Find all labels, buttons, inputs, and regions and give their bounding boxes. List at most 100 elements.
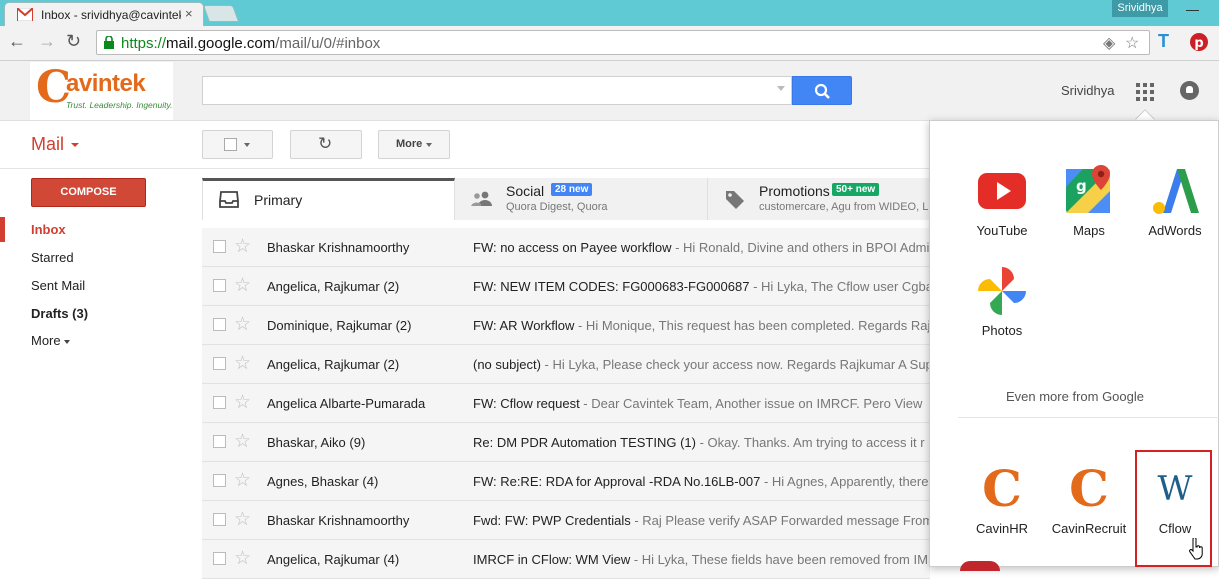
back-icon[interactable]: ← (8, 31, 26, 52)
app-cavinrecruit-label: CavinRecruit (1051, 521, 1127, 536)
email-row[interactable]: ☆ Angelica, Rajkumar (2) (no subject) - … (202, 345, 930, 384)
minimize-icon[interactable]: — (1186, 2, 1199, 17)
row-checkbox[interactable] (213, 513, 226, 526)
nav-item-more[interactable]: More (31, 333, 70, 348)
nav-item-drafts[interactable]: Drafts (3) (31, 306, 88, 321)
email-row[interactable]: ☆ Agnes, Bhaskar (4) FW: Re:RE: RDA for … (202, 462, 930, 501)
pinterest-icon[interactable]: p (1189, 32, 1209, 52)
nav-item-sent-mail[interactable]: Sent Mail (31, 278, 85, 293)
checkbox-icon (224, 138, 237, 151)
row-checkbox[interactable] (213, 240, 226, 253)
subject-text: FW: AR Workflow (473, 318, 575, 333)
cavinrecruit-icon: C (1069, 459, 1109, 518)
email-subject: FW: no access on Payee workflow - Hi Ron… (473, 240, 930, 255)
url-text: https://mail.google.com/mail/u/0/#inbox (121, 35, 380, 52)
more-label: More (396, 138, 423, 150)
app-photos[interactable]: Photos (962, 265, 1042, 338)
tab-promotions-sub: customercare, Agu from WIDEO, L (759, 201, 929, 213)
nav-item-inbox[interactable]: Inbox (31, 222, 66, 237)
email-row[interactable]: ☆ Angelica, Rajkumar (2) FW: NEW ITEM CO… (202, 267, 930, 306)
row-checkbox[interactable] (213, 279, 226, 292)
row-checkbox[interactable] (213, 435, 226, 448)
preview-text: - Hi Lyka, These fields have been remove… (630, 552, 928, 567)
even-more-from-google[interactable]: Even more from Google (930, 389, 1219, 404)
chevron-down-icon (244, 143, 250, 147)
tab-close-icon[interactable]: × (185, 6, 193, 21)
tab-social[interactable]: Social 28 new Quora Digest, Quora (455, 178, 708, 220)
url-path: /mail/u/0/#inbox (275, 35, 381, 52)
forward-icon[interactable]: → (38, 31, 56, 52)
email-subject: FW: Cflow request - Dear Cavintek Team, … (473, 396, 930, 411)
star-icon[interactable]: ☆ (234, 235, 251, 258)
row-checkbox[interactable] (213, 318, 226, 331)
translate-icon[interactable]: ◈ (1103, 33, 1115, 53)
app-cavinrecruit[interactable]: C CavinRecruit (1049, 459, 1129, 537)
row-checkbox[interactable] (213, 396, 226, 409)
email-row[interactable]: ☆ Angelica, Rajkumar (4) IMRCF in CFlow:… (202, 540, 930, 579)
mail-switcher[interactable]: Mail (31, 134, 64, 155)
select-all-checkbox[interactable] (202, 130, 273, 159)
address-bar[interactable]: https://mail.google.com/mail/u/0/#inbox … (96, 30, 1150, 55)
email-sender: Dominique, Rajkumar (2) (267, 318, 412, 333)
app-adwords-label: AdWords (1148, 223, 1202, 238)
tab-promotions-label: Promotions (759, 183, 830, 199)
search-input[interactable] (202, 76, 792, 105)
app-youtube[interactable]: YouTube (962, 165, 1042, 238)
url-host: mail.google.com (166, 35, 276, 52)
star-icon[interactable]: ☆ (234, 508, 251, 531)
star-icon[interactable]: ☆ (234, 430, 251, 453)
account-name[interactable]: Srividhya (1061, 83, 1114, 98)
email-row[interactable]: ☆ Angelica Albarte-Pumarada FW: Cflow re… (202, 384, 930, 423)
nav-item-starred[interactable]: Starred (31, 250, 74, 265)
app-maps[interactable]: g Maps (1049, 165, 1129, 238)
app-adwords[interactable]: AdWords (1135, 165, 1215, 238)
compose-button[interactable]: COMPOSE (31, 178, 146, 207)
browser-tab[interactable]: Inbox - srividhya@cavintek × (4, 2, 204, 26)
more-button[interactable]: More (378, 130, 450, 159)
refresh-button[interactable]: ↻ (290, 130, 362, 159)
tab-social-label: Social (506, 183, 545, 199)
star-icon[interactable]: ☆ (234, 313, 251, 336)
subject-text: IMRCF in CFlow: WM View (473, 552, 631, 567)
email-row[interactable]: ☆ Bhaskar Krishnamoorthy Fwd: FW: PWP Cr… (202, 501, 930, 540)
email-sender: Agnes, Bhaskar (4) (267, 474, 379, 489)
row-checkbox[interactable] (213, 474, 226, 487)
preview-text: - Hi Monique, This request has been comp… (574, 318, 930, 333)
star-icon[interactable]: ☆ (234, 274, 251, 297)
search-button[interactable] (792, 76, 852, 105)
preview-text: - Hi Ronald, Divine and others in BPOI A… (671, 240, 930, 255)
category-tabs: Primary Social 28 new Quora Digest, Quor… (202, 178, 930, 220)
star-icon[interactable]: ☆ (234, 352, 251, 375)
apps-grid-icon[interactable] (1136, 83, 1154, 101)
new-tab-button[interactable] (202, 5, 240, 22)
photos-icon (978, 267, 1026, 315)
cavintek-logo[interactable]: C avintek Trust. Leadership. Ingenuity. (30, 62, 173, 120)
notifications-icon[interactable] (1180, 81, 1199, 100)
extension-t-icon[interactable]: T (1158, 31, 1169, 52)
preview-text: - Dear Cavintek Team, Another issue on I… (579, 396, 923, 411)
tab-primary[interactable]: Primary (202, 178, 455, 220)
email-row[interactable]: ☆ Bhaskar, Aiko (9) Re: DM PDR Automatio… (202, 423, 930, 462)
email-row[interactable]: ☆ Bhaskar Krishnamoorthy FW: no access o… (202, 228, 930, 267)
search-options-icon[interactable] (777, 86, 785, 91)
tab-promotions[interactable]: Promotions 50+ new customercare, Agu fro… (708, 178, 930, 220)
social-new-badge: 28 new (551, 183, 593, 196)
lock-icon (104, 36, 114, 49)
preview-text: - Okay. Thanks. Am trying to access it r (696, 435, 925, 450)
email-row[interactable]: ☆ Dominique, Rajkumar (2) FW: AR Workflo… (202, 306, 930, 345)
star-icon[interactable]: ☆ (234, 469, 251, 492)
row-checkbox[interactable] (213, 357, 226, 370)
app-cavinhr[interactable]: C CavinHR (962, 463, 1042, 537)
email-sender: Angelica Albarte-Pumarada (267, 396, 426, 411)
mail-dropdown-icon[interactable] (71, 143, 79, 147)
star-icon[interactable]: ☆ (234, 391, 251, 414)
reload-icon[interactable]: ↻ (66, 31, 81, 52)
adwords-icon (1153, 169, 1199, 214)
profile-badge[interactable]: Srividhya (1112, 0, 1168, 17)
preview-text: - Raj Please verify ASAP Forwarded messa… (630, 513, 930, 528)
row-checkbox[interactable] (213, 552, 226, 565)
browser-toolbar: ← → ↻ https://mail.google.com/mail/u/0/#… (0, 26, 1219, 61)
email-sender: Angelica, Rajkumar (4) (267, 552, 400, 567)
bookmark-star-icon[interactable]: ☆ (1125, 33, 1139, 53)
youtube-icon (978, 173, 1026, 209)
